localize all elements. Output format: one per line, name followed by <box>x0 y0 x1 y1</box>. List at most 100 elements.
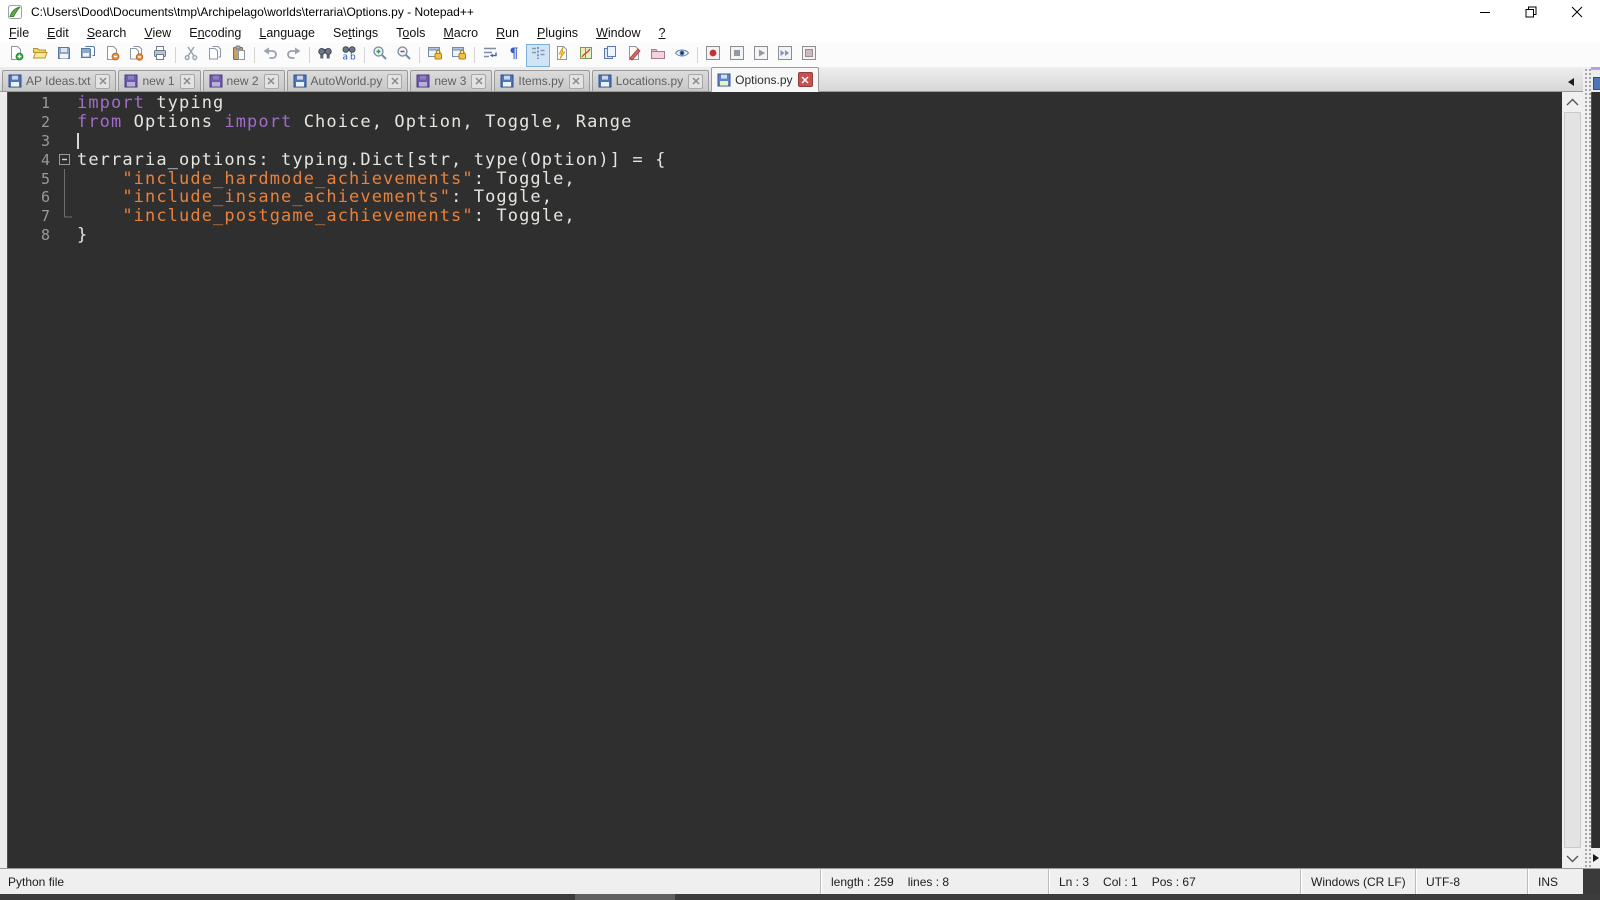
macro-record-button[interactable] <box>701 44 725 67</box>
macro-stop-button[interactable] <box>725 44 749 67</box>
undo-button[interactable] <box>258 44 282 67</box>
view-eye-icon <box>674 45 690 66</box>
print-button[interactable] <box>148 44 172 67</box>
tab-new-2[interactable]: new 2 <box>202 70 285 91</box>
edit-marker-button[interactable] <box>622 44 646 67</box>
close-window-button[interactable] <box>1554 0 1600 23</box>
show-all-chars-button[interactable]: ¶ <box>502 44 526 67</box>
toolbar-separator <box>254 47 255 63</box>
secondary-pane-tab[interactable] <box>1591 67 1600 92</box>
tab-ap-ideas-txt[interactable]: AP Ideas.txt <box>2 70 117 91</box>
tab-autoworld-py[interactable]: AutoWorld.py <box>286 70 409 91</box>
code-line[interactable]: 5 "include_hardmode_achievements": Toggl… <box>8 169 1562 189</box>
tab-close-icon[interactable] <box>471 73 487 89</box>
code-line[interactable]: 8} <box>8 225 1562 245</box>
tab-close-icon[interactable] <box>179 73 195 89</box>
find-button[interactable] <box>313 44 337 67</box>
editor-pane[interactable]: 1 import typing 2 from Options import Choic… <box>0 92 1600 868</box>
code-line[interactable]: 1 import typing <box>8 93 1562 114</box>
pane-splitter[interactable] <box>1583 67 1591 868</box>
view-eye-button[interactable] <box>670 44 694 67</box>
project-folder-button[interactable] <box>646 44 670 67</box>
restore-button[interactable] <box>1508 0 1554 23</box>
status-doc-type: Python file <box>8 874 65 889</box>
paste-icon <box>231 45 247 66</box>
fold-margin <box>55 113 75 132</box>
document-list-button[interactable] <box>598 44 622 67</box>
tab-close-icon[interactable] <box>568 73 584 89</box>
menu-encoding[interactable]: Encoding <box>180 24 250 42</box>
menu-view[interactable]: View <box>135 24 180 42</box>
toolbar-separator <box>474 47 475 63</box>
copy-button[interactable] <box>203 44 227 67</box>
new-file-button[interactable] <box>4 44 28 67</box>
document-map-icon <box>578 45 594 66</box>
code-line[interactable]: 3 <box>8 132 1562 151</box>
fold-guide <box>55 169 75 189</box>
tab-close-icon[interactable] <box>387 73 403 89</box>
zoom-out-button[interactable] <box>392 44 416 67</box>
tab-items-py[interactable]: Items.py <box>494 70 590 91</box>
indent-guide-button[interactable] <box>526 43 550 67</box>
tab-options-py[interactable]: Options.py <box>711 67 819 92</box>
code-line[interactable]: 6 "include_insane_achievements": Toggle, <box>8 187 1562 207</box>
word-wrap-button[interactable] <box>478 44 502 67</box>
menu-macro[interactable]: Macro <box>434 24 487 42</box>
sync-scroll-h-button[interactable] <box>447 44 471 67</box>
tab-scroll-left-icon[interactable] <box>1567 74 1575 92</box>
menu-settings[interactable]: Settings <box>324 24 387 42</box>
function-list-button[interactable] <box>550 44 574 67</box>
cut-button[interactable] <box>179 44 203 67</box>
open-button[interactable] <box>28 44 52 67</box>
minimize-button[interactable] <box>1462 0 1508 23</box>
menu-plugins[interactable]: Plugins <box>528 24 587 42</box>
sync-scroll-v-button[interactable] <box>423 44 447 67</box>
menu-edit[interactable]: Edit <box>38 24 78 42</box>
code-text: import typing <box>77 93 225 114</box>
menu-tools[interactable]: Tools <box>387 24 434 42</box>
paste-button[interactable] <box>227 44 251 67</box>
macro-play-multi-button[interactable] <box>773 44 797 67</box>
code-area[interactable]: 1 import typing 2 from Options import Choic… <box>8 93 1562 868</box>
macro-save-button[interactable] <box>797 44 821 67</box>
tab-new-1[interactable]: new 1 <box>118 70 201 91</box>
status-corner <box>1583 869 1600 894</box>
macro-play-button[interactable] <box>749 44 773 67</box>
status-encoding: UTF-8 <box>1415 869 1527 894</box>
tab-new-3[interactable]: new 3 <box>410 70 493 91</box>
scroll-down-icon[interactable] <box>1562 849 1583 868</box>
zoom-in-button[interactable] <box>368 44 392 67</box>
save-button[interactable] <box>52 44 76 67</box>
file-modified-icon <box>209 74 223 88</box>
replace-button[interactable]: ab <box>337 44 361 67</box>
secondary-pane-editor[interactable] <box>1591 92 1600 848</box>
menu-search[interactable]: Search <box>78 24 136 42</box>
menu-run[interactable]: Run <box>487 24 528 42</box>
code-line[interactable]: 2 from Options import Choice, Option, Tog… <box>8 112 1562 132</box>
secondary-pane-scroll[interactable] <box>1591 848 1600 868</box>
code-line[interactable]: 4 terraria_options: typing.Dict[str, type… <box>8 150 1562 170</box>
code-line[interactable]: 7 "include_postgame_achievements": Toggl… <box>8 206 1562 226</box>
fold-collapse-icon[interactable] <box>55 150 75 169</box>
save-all-button[interactable] <box>76 44 100 67</box>
close-all-button[interactable] <box>124 44 148 67</box>
tab-locations-py[interactable]: Locations.py <box>591 70 710 91</box>
menu-window[interactable]: Window <box>587 24 649 42</box>
scroll-up-icon[interactable] <box>1562 92 1583 111</box>
menu-help[interactable]: ? <box>650 24 675 42</box>
tab-close-icon[interactable] <box>263 73 279 89</box>
redo-button[interactable] <box>282 44 306 67</box>
tab-close-icon[interactable] <box>95 73 111 89</box>
scrollbar-thumb[interactable] <box>1564 112 1581 848</box>
menu-language[interactable]: Language <box>250 24 324 42</box>
close-button[interactable] <box>100 44 124 67</box>
vertical-scrollbar[interactable] <box>1562 92 1583 868</box>
copy-icon <box>207 45 223 66</box>
status-column: Col : 1 <box>1103 874 1138 889</box>
document-map-button[interactable] <box>574 44 598 67</box>
tab-close-icon[interactable] <box>797 72 813 87</box>
menu-file[interactable]: File <box>0 24 38 42</box>
status-pos: Pos : 67 <box>1151 874 1196 889</box>
tab-label: new 3 <box>434 74 467 88</box>
tab-close-icon[interactable] <box>688 73 704 89</box>
